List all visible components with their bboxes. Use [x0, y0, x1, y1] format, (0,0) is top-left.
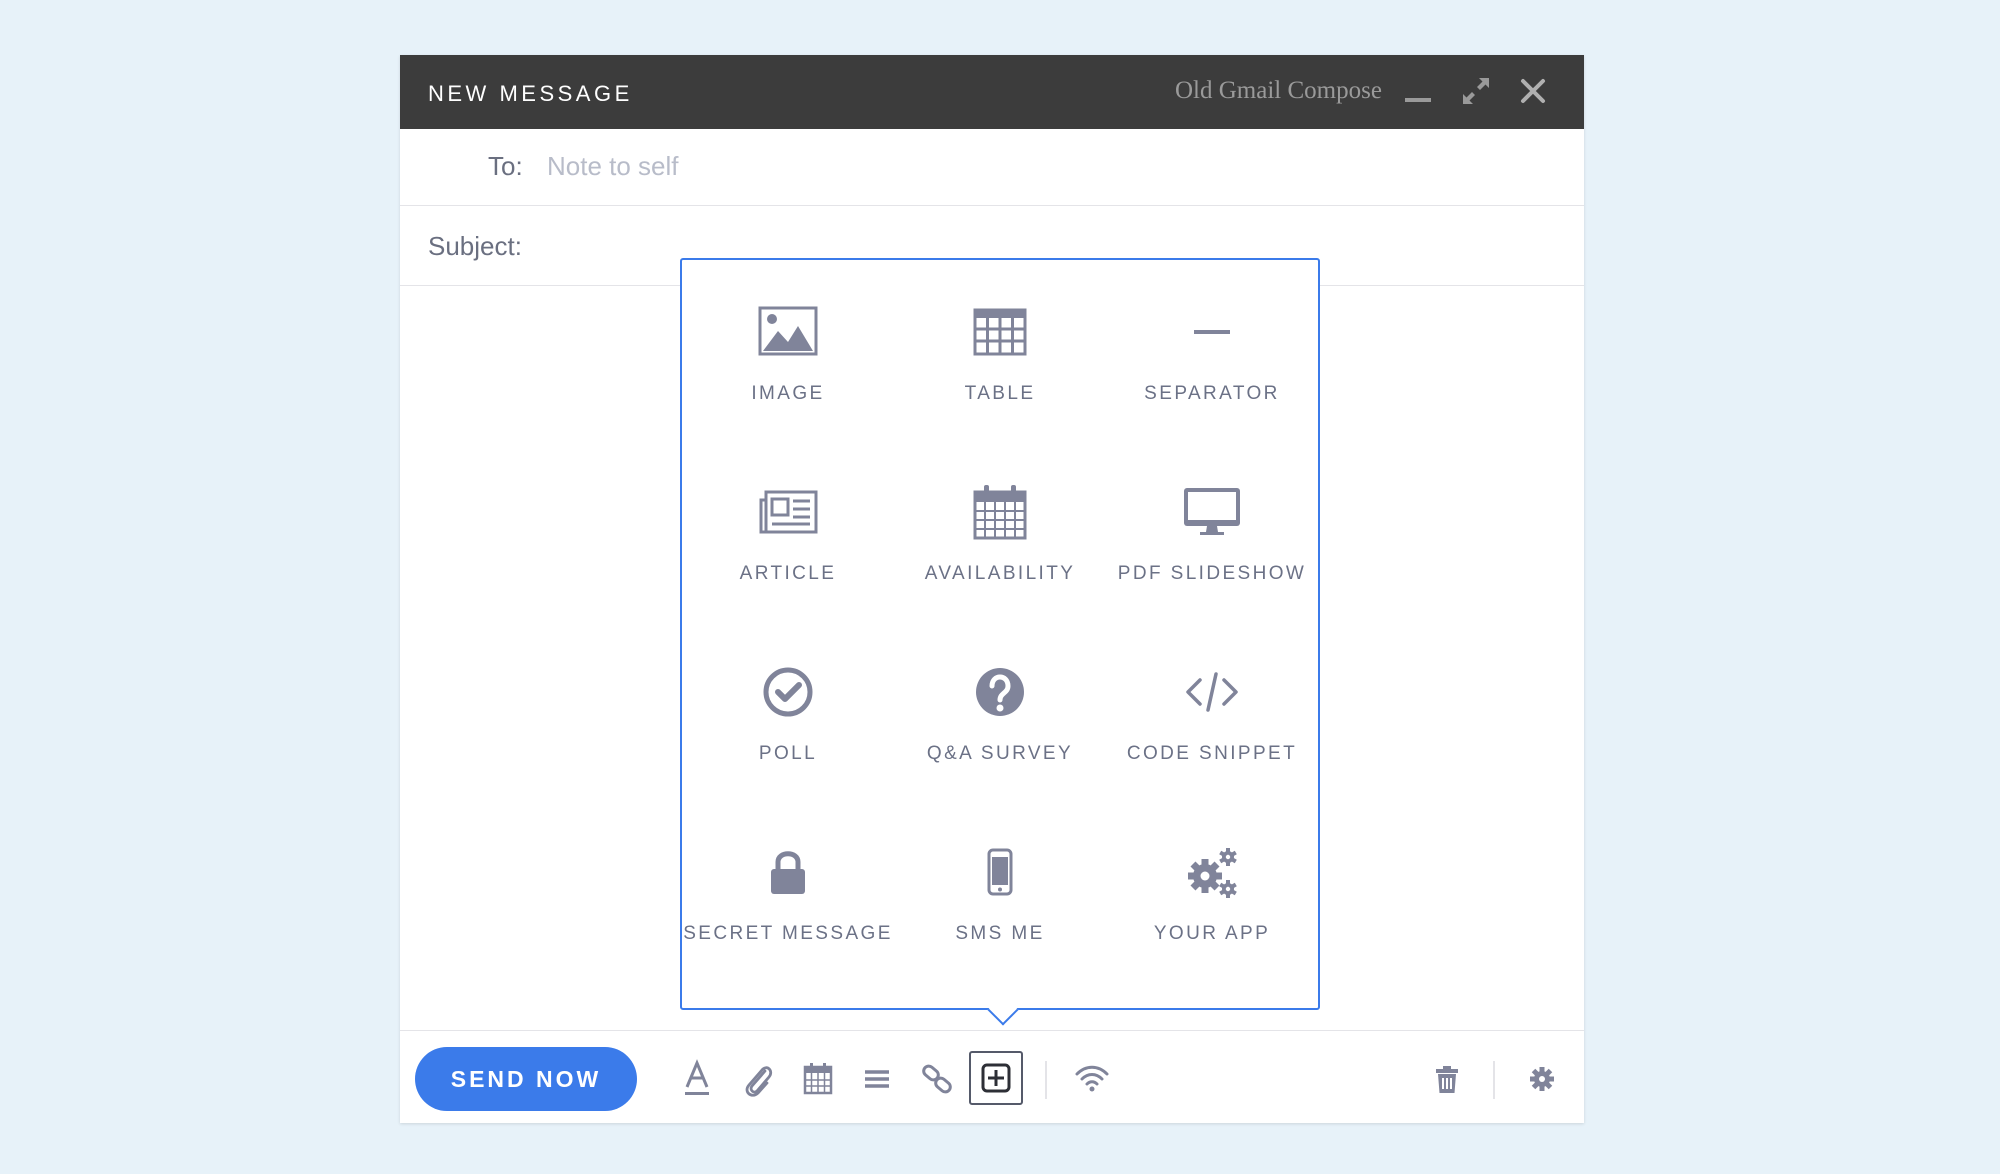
insert-image[interactable]: IMAGE: [682, 260, 894, 410]
image-icon: [758, 302, 818, 362]
insert-item-label: SEPARATOR: [1144, 383, 1280, 404]
gear-icon: [1530, 1067, 1554, 1091]
insert-item-label: SMS ME: [955, 923, 1045, 944]
insert-item-label: CODE SNIPPET: [1126, 743, 1298, 764]
list-button[interactable]: [853, 1055, 901, 1103]
divider: [400, 205, 1584, 206]
insert-separator[interactable]: SEPARATOR: [1106, 260, 1318, 410]
table-icon: [970, 302, 1030, 362]
close-button[interactable]: [1515, 73, 1551, 109]
question-circle-icon: [970, 662, 1030, 722]
discard-button[interactable]: [1423, 1055, 1471, 1103]
lock-icon: [758, 842, 818, 902]
insert-item-label: YOUR APP: [1153, 923, 1271, 944]
toolbar-separator: [1493, 1061, 1495, 1099]
close-icon: [1521, 79, 1545, 103]
bottom-toolbar: SEND NOW: [400, 1031, 1584, 1123]
subject-input[interactable]: [550, 221, 670, 267]
code-icon: [1182, 662, 1242, 722]
insert-item-label: Q&A SURVEY: [926, 743, 1074, 764]
link-icon: [922, 1064, 952, 1094]
insert-item-label: AVAILABILITY: [924, 563, 1076, 584]
title-bar: NEW MESSAGE Old Gmail Compose: [400, 55, 1584, 129]
wifi-icon: [1075, 1065, 1109, 1092]
insert-plus-icon: [981, 1063, 1011, 1093]
insert-item-label: IMAGE: [751, 383, 825, 404]
expand-button[interactable]: [1458, 73, 1494, 109]
insert-code-snippet[interactable]: CODE SNIPPET: [1106, 620, 1318, 770]
minimize-button[interactable]: [1400, 73, 1436, 109]
window-subtitle: Old Gmail Compose: [1175, 77, 1382, 104]
insert-secret-message[interactable]: SECRET MESSAGE: [682, 800, 894, 950]
insert-qa-survey[interactable]: Q&A SURVEY: [894, 620, 1106, 770]
text-format-icon: [685, 1059, 709, 1095]
compose-window: NEW MESSAGE Old Gmail Compose To: Note t…: [400, 55, 1584, 1123]
insert-button[interactable]: [969, 1051, 1023, 1105]
subject-label: Subject:: [428, 231, 522, 261]
to-label: To:: [488, 151, 523, 181]
insert-sms-me[interactable]: SMS ME: [894, 800, 1106, 950]
insert-your-app[interactable]: YOUR APP: [1106, 800, 1318, 950]
insert-item-label: TABLE: [964, 383, 1036, 404]
toolbar-separator: [1045, 1061, 1047, 1099]
calendar-button[interactable]: [794, 1055, 842, 1103]
insert-item-label: POLL: [758, 743, 818, 764]
list-icon: [865, 1070, 889, 1088]
window-title: NEW MESSAGE: [428, 81, 633, 106]
trash-icon: [1436, 1066, 1458, 1093]
paperclip-icon: [745, 1066, 773, 1097]
expand-icon: [1463, 78, 1489, 104]
phone-icon: [970, 842, 1030, 902]
article-icon: [758, 482, 818, 542]
insert-table[interactable]: TABLE: [894, 260, 1106, 410]
insert-pdf-slideshow[interactable]: PDF SLIDESHOW: [1106, 440, 1318, 590]
insert-availability[interactable]: AVAILABILITY: [894, 440, 1106, 590]
gears-icon: [1182, 842, 1242, 902]
check-circle-icon: [758, 662, 818, 722]
send-now-button[interactable]: SEND NOW: [415, 1047, 637, 1111]
monitor-icon: [1182, 482, 1242, 542]
to-input[interactable]: Note to self: [547, 151, 679, 182]
insert-item-label: ARTICLE: [739, 563, 837, 584]
insert-item-label: SECRET MESSAGE: [683, 923, 893, 944]
insert-article[interactable]: ARTICLE: [682, 440, 894, 590]
link-button[interactable]: [913, 1055, 961, 1103]
attach-button[interactable]: [734, 1055, 782, 1103]
settings-button[interactable]: [1518, 1055, 1566, 1103]
insert-item-label: PDF SLIDESHOW: [1117, 563, 1307, 584]
insert-poll[interactable]: POLL: [682, 620, 894, 770]
calendar-icon: [803, 1063, 833, 1095]
text-format-button[interactable]: [673, 1055, 721, 1103]
minimize-icon: [1405, 98, 1431, 102]
tracking-button[interactable]: [1068, 1055, 1116, 1103]
calendar-icon: [970, 482, 1030, 542]
separator-icon: [1182, 302, 1242, 362]
insert-panel: IMAGE TABLE SEPARATOR ARTICLE AVAILABILI…: [680, 258, 1320, 1026]
